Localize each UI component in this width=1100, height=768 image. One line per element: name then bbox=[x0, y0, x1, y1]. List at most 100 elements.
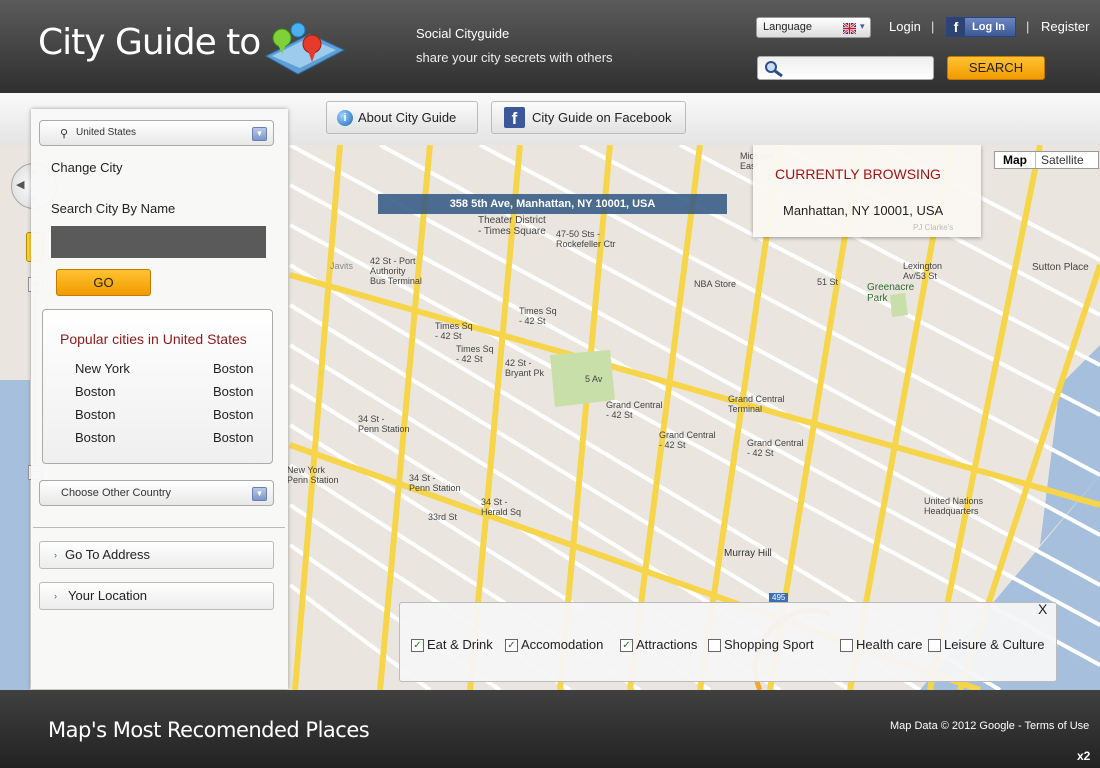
other-country-value: Choose Other Country bbox=[61, 487, 172, 499]
map-label: Grand Central - 42 St bbox=[606, 400, 663, 420]
zoom-indicator: x2 bbox=[1077, 749, 1091, 763]
your-location-label: Your Location bbox=[68, 588, 148, 603]
magnifier-icon bbox=[765, 61, 783, 78]
map-label: 47-50 Sts - Rockefeller Ctr bbox=[556, 229, 616, 249]
map-label: Murray Hill bbox=[724, 548, 772, 559]
facebook-icon: f bbox=[947, 18, 965, 36]
filter-label: Shopping Sport bbox=[724, 637, 814, 652]
your-location-button[interactable]: › Your Location bbox=[39, 582, 274, 610]
list-item: Boston Boston bbox=[68, 407, 268, 427]
map-label: PJ Clarke's bbox=[913, 223, 954, 232]
checkbox-icon[interactable]: ✓ bbox=[411, 639, 424, 652]
go-to-address-button[interactable]: › Go To Address bbox=[39, 541, 274, 569]
map-label: Grand Central Terminal bbox=[728, 394, 785, 414]
facebook-page-label: City Guide on Facebook bbox=[532, 110, 672, 125]
map-type-map-button[interactable]: Map bbox=[995, 152, 1036, 168]
facebook-login-button[interactable]: f Log In bbox=[946, 17, 1016, 37]
search-button[interactable]: SEARCH bbox=[947, 56, 1045, 80]
country-select[interactable]: ⚲ United States ▼ bbox=[39, 120, 274, 146]
checkbox-icon[interactable]: ✓ bbox=[620, 639, 633, 652]
city-link[interactable]: Boston bbox=[213, 430, 253, 445]
popular-cities-title: Popular cities in United States bbox=[60, 331, 247, 347]
map-label: Sutton Place bbox=[1032, 262, 1089, 273]
other-country-select[interactable]: Choose Other Country ▼ bbox=[39, 480, 274, 506]
map-label: 42 St - Bryant Pk bbox=[505, 358, 545, 378]
about-city-guide-button[interactable]: i About City Guide bbox=[326, 101, 478, 134]
browsing-panel: CURRENTLY BROWSING Manhattan, NY 10001, … bbox=[753, 145, 981, 237]
map-type-control: Map Satellite bbox=[994, 151, 1099, 169]
chevron-down-icon: ▼ bbox=[252, 487, 267, 501]
address-banner: 358 5th Ave, Manhattan, NY 10001, USA bbox=[378, 194, 727, 214]
map-label: 34 St - Penn Station bbox=[358, 414, 410, 434]
map-label: Grand Central - 42 St bbox=[747, 438, 804, 458]
filter-label: Accomodation bbox=[521, 637, 604, 652]
map-label: Theater District - Times Square bbox=[478, 215, 546, 237]
map-label: New York Penn Station bbox=[287, 465, 339, 485]
uk-flag-icon bbox=[843, 23, 856, 34]
map-label: Times Sq - 42 St bbox=[519, 306, 557, 326]
register-link[interactable]: Register bbox=[1041, 19, 1089, 34]
go-button[interactable]: GO bbox=[56, 269, 151, 296]
city-link[interactable]: Boston bbox=[213, 361, 253, 376]
pan-left-icon[interactable]: ◀ bbox=[16, 178, 24, 191]
browsing-value: Manhattan, NY 10001, USA bbox=[783, 203, 944, 218]
search-input[interactable] bbox=[757, 56, 934, 80]
list-item: Boston Boston bbox=[68, 430, 268, 450]
about-label: About City Guide bbox=[358, 110, 457, 125]
divider: | bbox=[931, 19, 935, 34]
footer-title: Map's Most Recomended Places bbox=[48, 718, 370, 742]
map-label: United Nations Headquarters bbox=[924, 496, 984, 516]
checkbox-icon[interactable]: ✓ bbox=[505, 639, 518, 652]
map-label: 51 St bbox=[817, 277, 839, 287]
country-select-value: United States bbox=[76, 127, 137, 138]
footer: Map's Most Recomended Places Map Data © … bbox=[0, 690, 1100, 768]
browsing-title: CURRENTLY BROWSING bbox=[775, 166, 941, 182]
facebook-page-button[interactable]: f City Guide on Facebook bbox=[491, 101, 686, 134]
map-label: Times Sq - 42 St bbox=[456, 344, 494, 364]
facebook-icon: f bbox=[504, 107, 525, 128]
filter-label: Health care bbox=[856, 637, 923, 652]
map-label: NBA Store bbox=[694, 279, 737, 289]
divider bbox=[33, 527, 285, 528]
city-link[interactable]: Boston bbox=[75, 407, 115, 422]
checkbox-icon[interactable] bbox=[840, 639, 853, 652]
list-item: New York Boston bbox=[68, 361, 268, 381]
site-logo[interactable]: City Guide to bbox=[38, 22, 261, 63]
chevron-down-icon: ▼ bbox=[252, 127, 267, 141]
facebook-login-label: Log In bbox=[972, 21, 1005, 33]
close-filter-button[interactable]: X bbox=[1038, 601, 1047, 617]
filter-list: ✓ Eat & Drink ✓ Accomodation ✓ Attractions Sho… bbox=[411, 637, 1051, 655]
map-label: Times Sq - 42 St bbox=[435, 321, 473, 341]
chevron-down-icon: ▾ bbox=[860, 21, 865, 31]
map-label: Greenacre Park bbox=[867, 282, 915, 304]
map-label: Grand Central - 42 St bbox=[659, 430, 716, 450]
change-city-label: Change City bbox=[51, 160, 123, 175]
map-copyright[interactable]: Map Data © 2012 Google - Terms of Use bbox=[890, 720, 1089, 732]
map-label: 33rd St bbox=[428, 512, 458, 522]
checkbox-icon[interactable] bbox=[708, 639, 721, 652]
city-link[interactable]: Boston bbox=[213, 384, 253, 399]
filter-label: Leisure & Culture bbox=[944, 637, 1045, 652]
divider: | bbox=[1026, 19, 1030, 34]
language-select[interactable]: Language ▾ bbox=[756, 17, 871, 38]
city-link[interactable]: Boston bbox=[75, 384, 115, 399]
map-pin-logo-icon bbox=[264, 22, 346, 75]
chevron-right-icon: › bbox=[54, 591, 57, 601]
map-label: Javits bbox=[330, 261, 354, 271]
map-label: 42 St - Port Authority Bus Terminal bbox=[370, 256, 422, 286]
checkbox-icon[interactable] bbox=[928, 639, 941, 652]
tagline-subtitle: share your city secrets with others bbox=[416, 50, 613, 65]
header-bar: City Guide to Social Cityguide share you… bbox=[0, 0, 1100, 93]
sidebar: ⚲ United States ▼ Change City Search Cit… bbox=[31, 109, 288, 689]
go-to-address-label: Go To Address bbox=[65, 547, 151, 562]
city-link[interactable]: Boston bbox=[213, 407, 253, 422]
map-label: 5 Av bbox=[585, 374, 603, 384]
filter-label: Eat & Drink bbox=[427, 637, 493, 652]
city-name-input[interactable] bbox=[51, 226, 266, 258]
search-city-label: Search City By Name bbox=[51, 201, 176, 216]
city-link[interactable]: New York bbox=[75, 361, 130, 376]
login-link[interactable]: Login bbox=[889, 19, 921, 34]
list-item: Boston Boston bbox=[68, 384, 268, 404]
map-type-satellite-button[interactable]: Satellite bbox=[1041, 152, 1084, 168]
city-link[interactable]: Boston bbox=[75, 430, 115, 445]
